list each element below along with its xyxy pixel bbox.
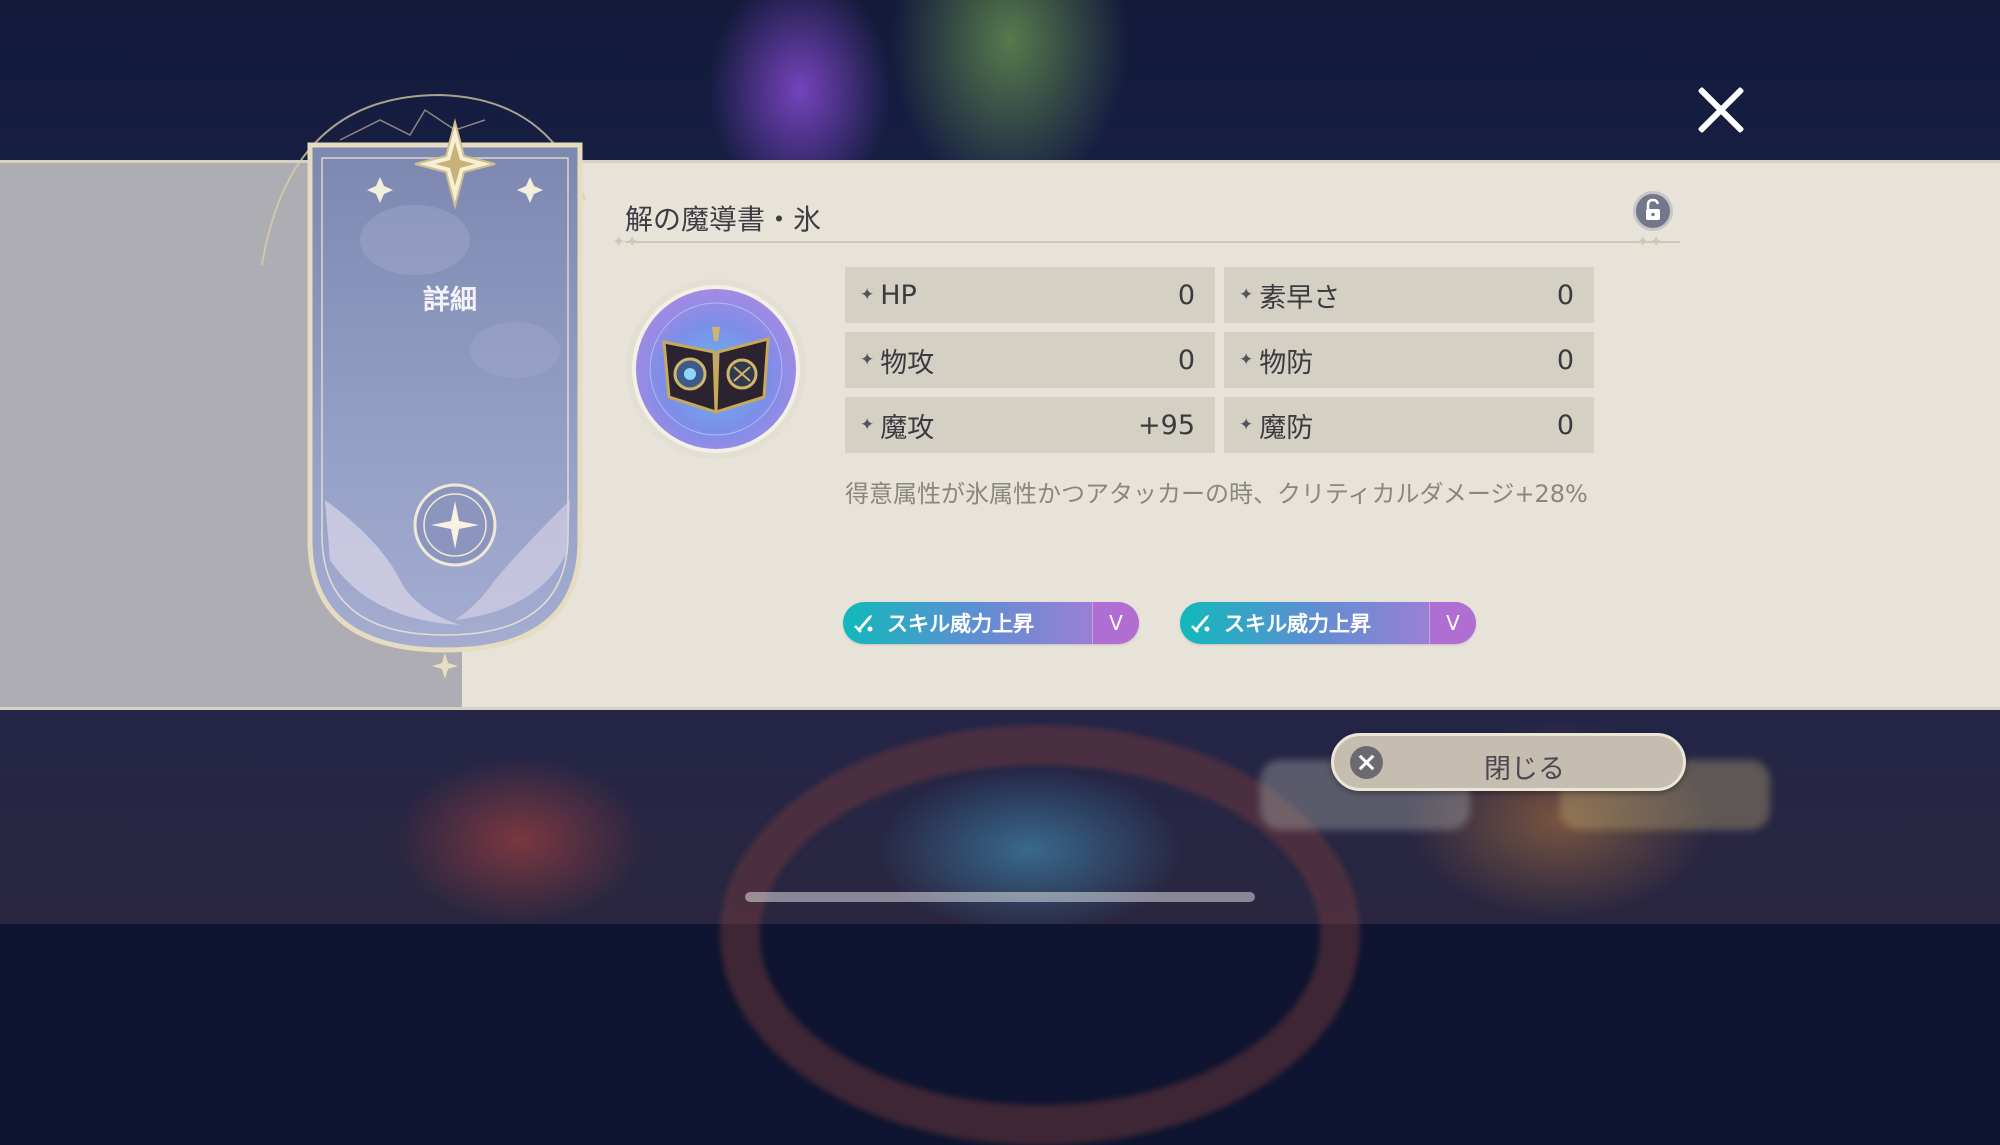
detail-banner bbox=[261, 93, 586, 679]
banner-detail-label: 詳細 bbox=[423, 285, 477, 316]
home-indicator[interactable] bbox=[745, 892, 1255, 902]
sword-skill-icon bbox=[1180, 602, 1222, 644]
sparkle-icon: ✦ bbox=[1239, 285, 1254, 305]
sparkle-icon: ✦ bbox=[1239, 350, 1254, 370]
unlock-icon bbox=[1646, 198, 1660, 220]
stat-physical-attack: ✦ 物攻 0 bbox=[845, 332, 1215, 388]
skill-badge[interactable]: スキル威力上昇 V bbox=[1180, 602, 1476, 644]
stat-hp: ✦ HP 0 bbox=[845, 267, 1215, 323]
lock-toggle-button[interactable] bbox=[1633, 191, 1673, 231]
stat-value: 0 bbox=[1177, 279, 1195, 311]
ice-grimoire-icon bbox=[626, 279, 806, 459]
stat-physical-defense: ✦ 物防 0 bbox=[1224, 332, 1594, 388]
sparkle-icon: ✦ bbox=[860, 415, 875, 435]
divider-ornament-icon: ✦✦ bbox=[612, 232, 639, 251]
skill-label: スキル威力上昇 bbox=[887, 612, 1034, 636]
stat-value: 0 bbox=[1177, 344, 1195, 376]
stat-name: HP bbox=[880, 279, 917, 311]
skill-level: V bbox=[1429, 602, 1476, 644]
sparkle-icon: ✦ bbox=[860, 285, 875, 305]
stat-speed: ✦ 素早さ 0 bbox=[1224, 267, 1594, 323]
title-divider bbox=[625, 241, 1680, 243]
stat-value: 0 bbox=[1556, 344, 1574, 376]
item-description: 得意属性が氷属性かつアタッカーの時、クリティカルダメージ+28% bbox=[845, 480, 1588, 508]
stat-value: +95 bbox=[1138, 409, 1195, 441]
close-icon bbox=[1350, 746, 1383, 779]
item-name: 解の魔導書・氷 bbox=[625, 203, 822, 236]
sparkle-icon: ✦ bbox=[1239, 415, 1254, 435]
stat-magic-defense: ✦ 魔防 0 bbox=[1224, 397, 1594, 453]
stat-name: 魔防 bbox=[1259, 412, 1314, 444]
skill-badge[interactable]: スキル威力上昇 V bbox=[843, 602, 1139, 644]
divider-ornament-icon: ✦✦ bbox=[1636, 232, 1663, 251]
stat-name: 素早さ bbox=[1259, 282, 1341, 314]
close-button-label: 閉じる bbox=[1484, 754, 1565, 785]
stat-name: 物防 bbox=[1259, 347, 1314, 379]
close-button[interactable]: 閉じる bbox=[1331, 733, 1686, 791]
sparkle-icon: ✦ bbox=[860, 350, 875, 370]
stat-name: 魔攻 bbox=[880, 412, 935, 444]
close-icon[interactable] bbox=[1690, 80, 1750, 140]
stat-value: 0 bbox=[1556, 279, 1574, 311]
skill-level: V bbox=[1092, 602, 1139, 644]
sword-skill-icon bbox=[843, 602, 885, 644]
skill-label: スキル威力上昇 bbox=[1224, 612, 1371, 636]
stat-name: 物攻 bbox=[880, 347, 935, 379]
stat-value: 0 bbox=[1556, 409, 1574, 441]
stat-magic-attack: ✦ 魔攻 +95 bbox=[845, 397, 1215, 453]
